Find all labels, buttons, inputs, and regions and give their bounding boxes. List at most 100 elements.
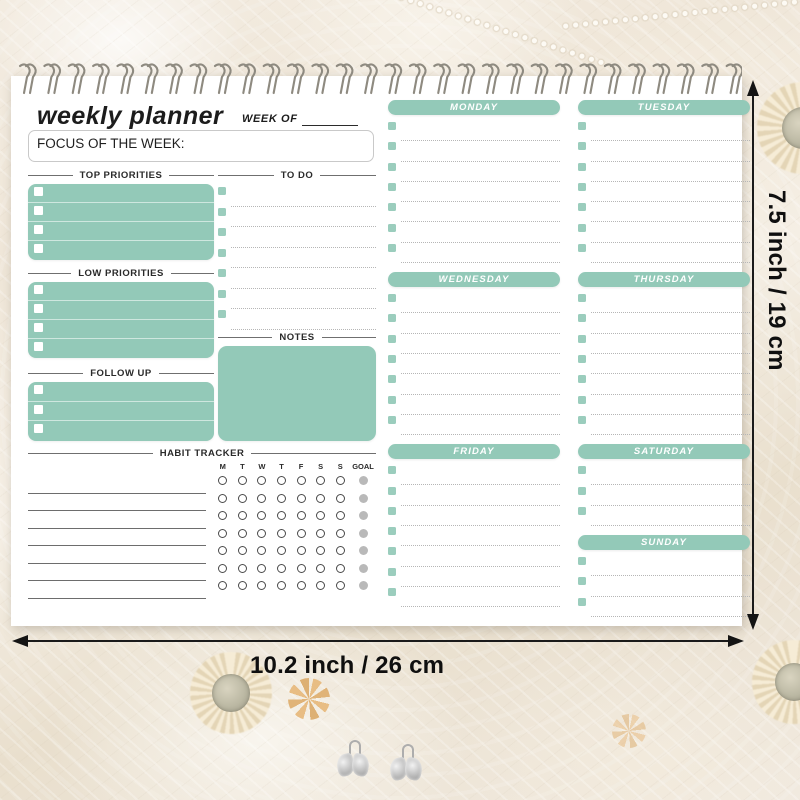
habit-day-circle[interactable] — [296, 563, 306, 573]
habit-day-circle[interactable] — [218, 476, 228, 486]
checkbox[interactable] — [34, 206, 43, 215]
checkbox[interactable] — [388, 567, 396, 576]
habit-day-circle[interactable] — [257, 581, 267, 591]
habit-day-circle[interactable] — [218, 493, 228, 503]
checkbox[interactable] — [388, 243, 396, 252]
checkbox[interactable] — [388, 547, 396, 556]
day-task-row[interactable] — [388, 293, 560, 314]
checkbox[interactable] — [388, 355, 396, 363]
day-task-row[interactable] — [388, 223, 560, 243]
to-do-row[interactable] — [218, 248, 376, 268]
habit-write-line[interactable] — [28, 546, 206, 564]
low-priority-row[interactable] — [28, 339, 214, 358]
habit-day-circle[interactable] — [296, 528, 306, 538]
checkbox[interactable] — [388, 314, 396, 323]
day-task-row[interactable] — [578, 374, 750, 395]
day-task-row[interactable] — [388, 486, 560, 506]
checkbox[interactable] — [578, 142, 586, 151]
checkbox[interactable] — [34, 244, 43, 253]
week-of-write-line[interactable] — [302, 125, 358, 126]
day-task-row[interactable] — [388, 334, 560, 354]
day-task-row[interactable] — [578, 506, 750, 527]
top-priorities-card[interactable] — [28, 184, 214, 260]
day-task-row[interactable] — [578, 334, 750, 354]
low-priorities-card[interactable] — [28, 282, 214, 358]
habit-write-line[interactable] — [28, 564, 206, 581]
habit-write-line[interactable] — [28, 581, 206, 599]
checkbox[interactable] — [218, 187, 226, 195]
habit-day-circle[interactable] — [237, 563, 247, 573]
to-do-row[interactable] — [218, 227, 376, 248]
day-task-row[interactable] — [578, 141, 750, 162]
checkbox[interactable] — [388, 415, 396, 424]
checkbox[interactable] — [578, 334, 586, 343]
follow-up-row[interactable] — [28, 421, 214, 441]
day-task-row[interactable] — [388, 395, 560, 415]
checkbox[interactable] — [578, 395, 586, 404]
day-task-row[interactable] — [578, 576, 750, 597]
habit-day-circle[interactable] — [218, 563, 228, 573]
checkbox[interactable] — [388, 527, 396, 536]
habit-day-circle[interactable] — [218, 528, 228, 538]
habit-goal-dot[interactable] — [358, 563, 368, 573]
to-do-row[interactable] — [218, 186, 376, 207]
day-task-row[interactable] — [388, 415, 560, 436]
checkbox[interactable] — [218, 248, 226, 257]
habit-day-circle[interactable] — [335, 493, 345, 503]
day-task-row[interactable] — [388, 546, 560, 567]
checkbox[interactable] — [34, 304, 43, 313]
top-priority-row[interactable] — [28, 241, 214, 260]
habit-day-circle[interactable] — [237, 581, 247, 591]
habit-write-line[interactable] — [28, 476, 206, 494]
day-task-row[interactable] — [388, 506, 560, 527]
day-task-row[interactable] — [388, 567, 560, 587]
habit-day-circle[interactable] — [316, 528, 326, 538]
habit-day-circle[interactable] — [277, 528, 287, 538]
habit-day-circle[interactable] — [218, 581, 228, 591]
day-task-row[interactable] — [388, 374, 560, 395]
habit-day-circle[interactable] — [277, 476, 287, 486]
checkbox[interactable] — [34, 385, 43, 394]
day-task-row[interactable] — [388, 313, 560, 334]
checkbox[interactable] — [388, 223, 396, 232]
follow-up-row[interactable] — [28, 402, 214, 422]
checkbox[interactable] — [578, 223, 586, 232]
day-task-row[interactable] — [578, 243, 750, 264]
checkbox[interactable] — [388, 162, 396, 171]
checkbox[interactable] — [388, 334, 396, 343]
habit-day-circle[interactable] — [257, 476, 267, 486]
checkbox[interactable] — [34, 424, 43, 434]
checkbox[interactable] — [218, 207, 226, 216]
habit-day-circle[interactable] — [296, 546, 306, 556]
checkbox[interactable] — [34, 323, 43, 332]
day-task-row[interactable] — [388, 243, 560, 264]
checkbox[interactable] — [34, 404, 43, 414]
top-priority-row[interactable] — [28, 184, 214, 203]
day-task-row[interactable] — [578, 415, 750, 436]
day-task-row[interactable] — [388, 526, 560, 547]
day-task-row[interactable] — [578, 354, 750, 375]
checkbox[interactable] — [388, 588, 396, 596]
checkbox[interactable] — [578, 162, 586, 171]
checkbox[interactable] — [388, 375, 396, 384]
checkbox[interactable] — [578, 415, 586, 424]
habit-day-circle[interactable] — [296, 493, 306, 503]
habit-day-circle[interactable] — [296, 511, 306, 521]
top-priority-row[interactable] — [28, 203, 214, 222]
day-task-row[interactable] — [388, 121, 560, 142]
checkbox[interactable] — [388, 486, 396, 495]
habit-goal-dot[interactable] — [358, 476, 368, 486]
day-task-row[interactable] — [578, 202, 750, 223]
habit-day-circle[interactable] — [277, 546, 287, 556]
habit-day-circle[interactable] — [316, 581, 326, 591]
checkbox[interactable] — [578, 203, 586, 212]
checkbox[interactable] — [578, 375, 586, 384]
day-task-row[interactable] — [388, 354, 560, 375]
checkbox[interactable] — [34, 225, 43, 234]
habit-write-line[interactable] — [28, 511, 206, 529]
habit-day-circle[interactable] — [335, 511, 345, 521]
checkbox[interactable] — [218, 289, 226, 298]
checkbox[interactable] — [578, 314, 586, 323]
day-task-row[interactable] — [578, 162, 750, 182]
habit-goal-dot[interactable] — [358, 528, 368, 538]
